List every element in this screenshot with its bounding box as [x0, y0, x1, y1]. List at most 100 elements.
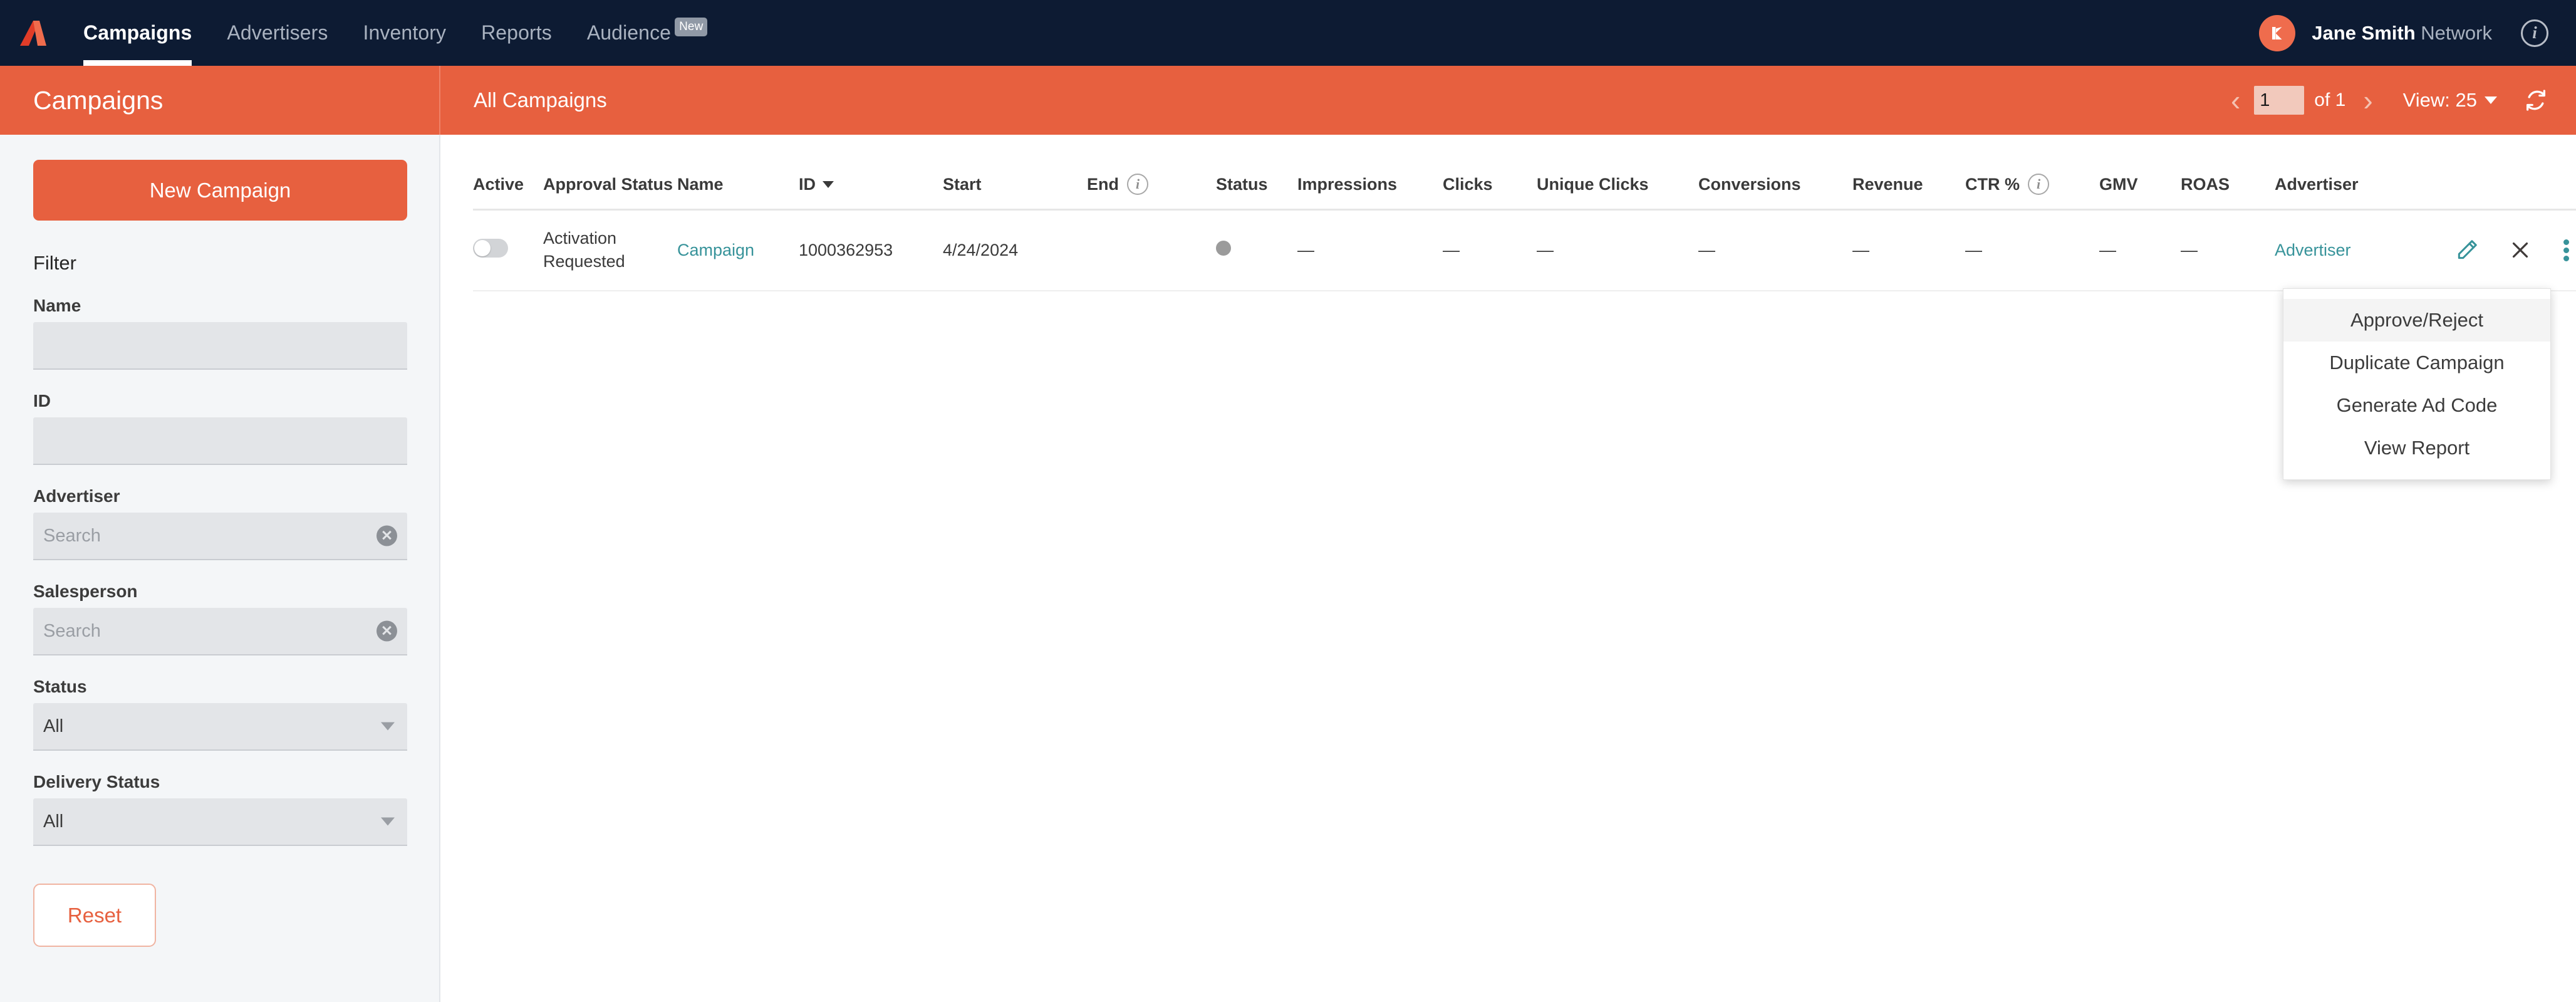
active-toggle[interactable] [473, 238, 508, 258]
col-label-clicks: Clicks [1443, 174, 1493, 194]
campaigns-table: Active Approval Status Name ID Start End… [473, 135, 2576, 291]
col-header-advertiser[interactable]: Advertiser [2275, 135, 2431, 211]
advertiser-search-input[interactable] [43, 513, 397, 559]
col-label-impressions: Impressions [1297, 174, 1398, 194]
page-total-label: of 1 [2314, 90, 2346, 110]
clear-icon[interactable]: ✕ [377, 620, 397, 642]
filter-field-delivery-status: Delivery Status All [33, 772, 407, 846]
nav-label-campaigns: Campaigns [83, 21, 192, 44]
advertiser-search-wrapper[interactable]: ✕ [33, 513, 407, 560]
nav-item-reports[interactable]: Reports [464, 0, 569, 66]
delivery-status-select[interactable]: All [33, 798, 407, 846]
col-header-clicks[interactable]: Clicks [1443, 135, 1537, 211]
col-label-conversions: Conversions [1698, 174, 1801, 194]
menu-item-duplicate-campaign[interactable]: Duplicate Campaign [2283, 342, 2550, 384]
new-badge: New [675, 17, 708, 36]
col-label-roas: ROAS [2181, 174, 2230, 194]
filter-label-delivery-status: Delivery Status [33, 772, 160, 791]
top-navigation-bar: Campaigns Advertisers Inventory Reports … [0, 0, 2576, 66]
help-info-icon[interactable]: i [2521, 19, 2548, 47]
col-label-gmv: GMV [2099, 174, 2138, 194]
cell-active [473, 209, 543, 291]
filter-sidebar: New Campaign Filter Name ID Advertiser ✕… [0, 135, 440, 1002]
cell-unique-clicks: — [1537, 209, 1698, 291]
col-header-active[interactable]: Active [473, 135, 543, 211]
cell-name: Campaign [677, 209, 799, 291]
col-header-roas[interactable]: ROAS [2181, 135, 2275, 211]
cell-end [1087, 209, 1216, 291]
cell-status [1216, 209, 1297, 291]
app-logo[interactable] [0, 0, 66, 66]
nav-item-audience[interactable]: Audience New [569, 0, 725, 66]
chevron-down-icon [2485, 97, 2497, 104]
col-header-approval-status[interactable]: Approval Status [543, 135, 677, 211]
refresh-button[interactable] [2523, 88, 2548, 113]
filter-field-salesperson: Salesperson ✕ [33, 582, 407, 655]
refresh-icon [2527, 90, 2545, 111]
section-title: All Campaigns [474, 88, 607, 112]
col-header-unique-clicks[interactable]: Unique Clicks [1537, 135, 1698, 211]
page-header-left: Campaigns [0, 66, 440, 135]
cell-ctr: — [1965, 209, 2099, 291]
col-label-revenue: Revenue [1852, 174, 1923, 194]
status-select[interactable]: All [33, 703, 407, 751]
menu-item-approve-reject[interactable]: Approve/Reject [2283, 299, 2550, 342]
col-header-gmv[interactable]: GMV [2099, 135, 2181, 211]
user-name: Jane Smith [2312, 21, 2416, 44]
campaigns-table-panel: Active Approval Status Name ID Start End… [442, 135, 2576, 1002]
col-header-revenue[interactable]: Revenue [1852, 135, 1965, 211]
cell-conversions: — [1698, 209, 1852, 291]
col-header-impressions[interactable]: Impressions [1297, 135, 1443, 211]
nav-item-advertisers[interactable]: Advertisers [209, 0, 345, 66]
delete-button[interactable] [2509, 239, 2532, 261]
salesperson-search-wrapper[interactable]: ✕ [33, 608, 407, 655]
name-input[interactable] [43, 322, 397, 368]
edit-button[interactable] [2455, 238, 2479, 262]
col-header-status[interactable]: Status [1216, 135, 1297, 211]
col-header-id[interactable]: ID [799, 135, 943, 211]
col-header-conversions[interactable]: Conversions [1698, 135, 1852, 211]
pagination-controls: ‹ of 1 › View: 25 [2220, 86, 2548, 115]
nav-item-campaigns[interactable]: Campaigns [66, 0, 209, 66]
view-count-select[interactable]: View: 25 [2403, 89, 2497, 112]
status-badge [1216, 240, 1231, 256]
sort-descending-icon[interactable] [823, 180, 834, 188]
nav-label-advertisers: Advertisers [227, 21, 328, 44]
col-label-advertiser: Advertiser [2275, 174, 2359, 194]
prev-page-icon[interactable]: ‹ [2220, 86, 2251, 115]
next-page-icon[interactable]: › [2352, 86, 2384, 115]
nav-item-inventory[interactable]: Inventory [346, 0, 464, 66]
col-header-end[interactable]: End i [1087, 135, 1216, 211]
page-number-input[interactable] [2254, 86, 2305, 115]
cell-revenue: — [1852, 209, 1965, 291]
info-icon[interactable]: i [1127, 174, 1148, 195]
col-header-start[interactable]: Start [943, 135, 1087, 211]
cell-gmv: — [2099, 209, 2181, 291]
menu-item-view-report[interactable]: View Report [2283, 427, 2550, 469]
name-input-wrapper[interactable] [33, 322, 407, 370]
menu-item-generate-ad-code[interactable]: Generate Ad Code [2283, 384, 2550, 427]
new-campaign-button[interactable]: New Campaign [33, 160, 407, 221]
cell-roas: — [2181, 209, 2275, 291]
col-header-name[interactable]: Name [677, 135, 799, 211]
cell-advertiser: Advertiser [2275, 209, 2431, 291]
advertiser-link[interactable]: Advertiser [2275, 241, 2351, 259]
info-icon[interactable]: i [2028, 174, 2049, 195]
col-label-end: End [1087, 174, 1119, 194]
clear-icon[interactable]: ✕ [377, 525, 397, 546]
filter-field-id: ID [33, 391, 407, 465]
salesperson-search-input[interactable] [43, 608, 397, 654]
kebab-icon [2563, 237, 2570, 264]
id-input[interactable] [43, 417, 397, 464]
toggle-knob [474, 239, 491, 256]
campaign-name-link[interactable]: Campaign [677, 241, 754, 259]
row-more-menu-button[interactable] [2563, 237, 2570, 264]
id-input-wrapper[interactable] [33, 417, 407, 465]
avatar[interactable] [2259, 14, 2296, 51]
filter-label-salesperson: Salesperson [33, 582, 138, 601]
table-row[interactable]: Activation Requested Campaign 1000362953… [473, 209, 2576, 291]
user-scope-label[interactable]: Jane Smith Network [2312, 22, 2492, 44]
col-header-ctr[interactable]: CTR % i [1965, 135, 2099, 211]
col-label-id: ID [799, 174, 816, 194]
reset-button[interactable]: Reset [33, 884, 156, 947]
